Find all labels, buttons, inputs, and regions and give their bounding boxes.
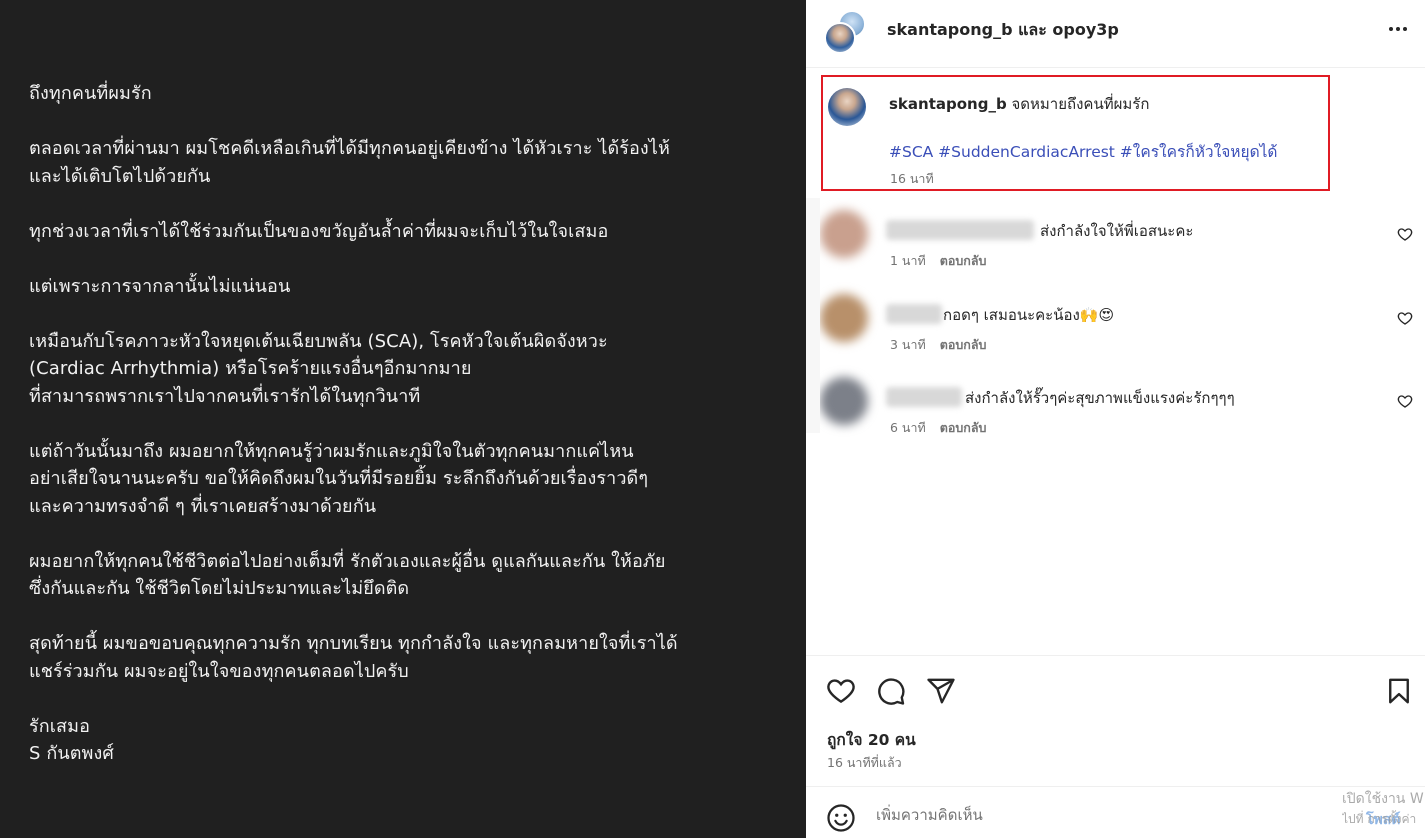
list-item: กอดๆ เสมอนะคะน้อง🙌😍 3 นาที ตอบกลับ [806,284,1425,364]
comment-text: ส่งกำลังให้รั๊วๆค่ะสุขภาพแข็งแรงค่ะรักๆๆ… [965,389,1235,407]
comment-meta: 6 นาที ตอบกลับ [890,418,986,438]
letter-paragraph: ตลอดเวลาที่ผ่านมา ผมโชคดีเหลือเกินที่ได้… [29,135,789,190]
scroll-gutter [806,198,820,433]
caption-body: จดหมายถึงคนที่ผมรัก [1011,95,1150,113]
like-comment-icon[interactable] [1397,226,1413,242]
like-heart-icon[interactable] [826,676,856,706]
letter-line: อย่าเสียใจนานนะครับ ขอให้คิดถึงผมในวันที… [29,468,649,489]
comment-text: กอดๆ เสมอนะคะน้อง🙌😍 [943,306,1115,324]
letter-paragraph: ผมอยากให้ทุกคนใช้ชีวิตต่อไปอย่างเต็มที่ … [29,548,789,603]
letter-line: แต่เพราะการจากลานั้นไม่แน่นอน [29,275,291,297]
comment-bubble-icon[interactable] [876,676,906,706]
letter-line: แต่ถ้าวันนั้นมาถึง ผมอยากให้ทุกคนรู้ว่าผ… [29,440,634,462]
save-bookmark-icon[interactable] [1384,676,1414,706]
reply-button[interactable]: ตอบกลับ [940,420,987,435]
avatar[interactable] [820,210,868,258]
comment-time: 1 นาที [890,253,926,268]
post-timestamp: 16 นาทีที่แล้ว [827,755,902,770]
avatar [824,22,856,54]
letter-line: ซึ่งกันและกัน ใช้ชีวิตโดยไม่ประมาทและไม่… [29,578,410,599]
comment-time: 6 นาที [890,420,926,435]
post-actions: ถูกใจ 20 คน 16 นาทีที่แล้ว [806,655,1425,785]
letter-paragraph: ทุกช่วงเวลาที่เราได้ใช้ร่วมกันเป็นของขวั… [29,218,789,246]
like-comment-icon[interactable] [1397,310,1413,326]
avatar[interactable] [820,377,868,425]
letter-text: ถึงทุกคนที่ผมรักตลอดเวลาที่ผ่านมา ผมโชคด… [29,80,789,795]
caption-hashtags[interactable]: #SCA #SuddenCardiacArrest #ใครใครก็หัวใจ… [889,139,1278,164]
post-header: skantapong_b และ opoy3p [806,0,1425,68]
letter-paragraph: แต่ถ้าวันนั้นมาถึง ผมอยากให้ทุกคนรู้ว่าผ… [29,438,789,521]
like-count[interactable]: ถูกใจ 20 คน [827,727,916,752]
post-image: ถึงทุกคนที่ผมรักตลอดเวลาที่ผ่านมา ผมโชคด… [0,0,806,838]
windows-activation-watermark: เปิดใช้งาน W ไปที่ การตั้งค่า [1342,789,1425,838]
letter-paragraph: เหมือนกับโรคภาวะหัวใจหยุดเต้นเฉียบพลัน (… [29,328,789,411]
comment-input[interactable] [876,801,1316,829]
comment-username-blurred[interactable] [886,220,1034,240]
letter-line: และความทรงจำดี ๆ ที่เราเคยสร้างมาด้วยกัน [29,495,377,517]
caption-time: 16 นาที [890,171,934,186]
list-item: ส่งกำลังใจให้พี่เอสนะคะ 1 นาที ตอบกลับ [806,200,1425,280]
letter-line: และได้เติบโตไปด้วยกัน [29,165,211,187]
letter-line: ถึงทุกคนที่ผมรัก [29,83,152,104]
letter-line: แชร์ร่วมกัน ผมจะอยู่ในใจของทุกคนตลอดไปคร… [29,660,409,682]
letter-line: เหมือนกับโรคภาวะหัวใจหยุดเต้นเฉียบพลัน (… [29,330,608,352]
comment-username-blurred[interactable] [886,304,942,324]
caption-username[interactable]: skantapong_b [889,95,1007,113]
letter-line: สุดท้ายนี้ ผมขอขอบคุณทุกความรัก ทุกบทเรี… [29,633,678,654]
comment-time: 3 นาที [890,337,926,352]
header-title[interactable]: skantapong_b และ opoy3p [887,18,1119,43]
share-plane-icon[interactable] [926,676,956,706]
comment-username-blurred[interactable] [886,387,962,407]
collab-avatars[interactable] [824,10,868,54]
reply-button[interactable]: ตอบกลับ [940,253,987,268]
post-sidebar: skantapong_b และ opoy3p skantapong_b จดห… [806,0,1425,838]
watermark-line1: เปิดใช้งาน W [1342,791,1424,807]
avatar[interactable] [820,294,868,342]
add-comment-bar: โพสต์ [806,786,1425,838]
like-comment-icon[interactable] [1397,393,1413,409]
letter-line: ทุกช่วงเวลาที่เราได้ใช้ร่วมกันเป็นของขวั… [29,220,609,242]
emoji-icon[interactable] [826,803,856,833]
letter-line: ที่สามารถพรากเราไปจากคนที่เรารักได้ในทุก… [29,385,421,407]
list-item: ส่งกำลังให้รั๊วๆค่ะสุขภาพแข็งแรงค่ะรักๆๆ… [806,367,1425,447]
comment-meta: 3 นาที ตอบกลับ [890,335,986,355]
letter-paragraph: รักเสมอ S กันตพงศ์ [29,713,789,768]
letter-paragraph: สุดท้ายนี้ ผมขอขอบคุณทุกความรัก ทุกบทเรี… [29,630,789,685]
watermark-line2: ไปที่ การตั้งค่า [1342,812,1417,826]
letter-line: ผมอยากให้ทุกคนใช้ชีวิตต่อไปอย่างเต็มที่ … [29,550,666,572]
avatar[interactable] [828,88,866,126]
letter-paragraph: แต่เพราะการจากลานั้นไม่แน่นอน [29,273,789,301]
comment-meta: 1 นาที ตอบกลับ [890,251,986,271]
letter-paragraph: ถึงทุกคนที่ผมรัก [29,80,789,108]
caption-text: skantapong_b จดหมายถึงคนที่ผมรัก [889,92,1149,116]
letter-line: ตลอดเวลาที่ผ่านมา ผมโชคดีเหลือเกินที่ได้… [29,138,670,159]
more-options-icon[interactable] [1389,27,1407,31]
letter-line: S กันตพงศ์ [29,743,114,764]
letter-line: (Cardiac Arrhythmia) หรือโรคร้ายแรงอื่นๆ… [29,358,472,379]
comment-text: ส่งกำลังใจให้พี่เอสนะคะ [1040,222,1194,240]
reply-button[interactable]: ตอบกลับ [940,337,987,352]
letter-line: รักเสมอ [29,715,90,737]
